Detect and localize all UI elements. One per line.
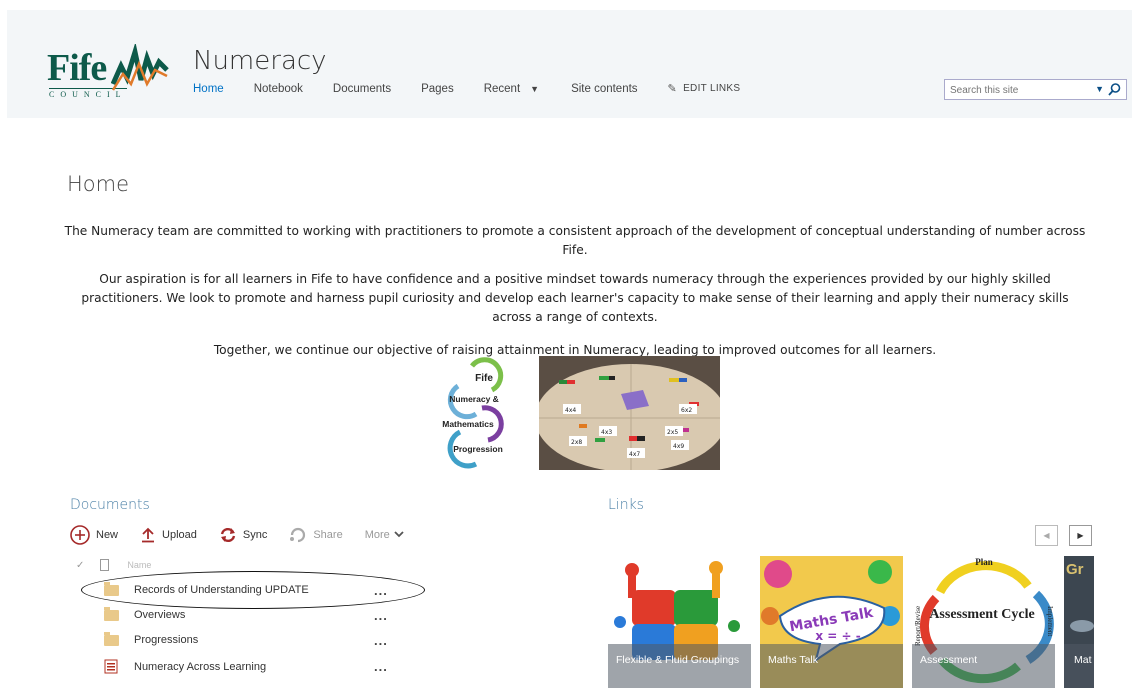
upload-label: Upload [162, 529, 197, 541]
search-icon[interactable] [1107, 82, 1122, 97]
assessment-implement-label: Implement [1046, 606, 1054, 636]
nav-pages[interactable]: Pages [421, 83, 454, 95]
nav-home[interactable]: Home [193, 83, 224, 95]
assessment-art-title: Assessment Cycle [929, 607, 1034, 622]
partial-tile-art-title: Gr [1066, 561, 1084, 578]
link-tile-assessment[interactable]: Plan Assessment Cycle Implement Report/R… [912, 556, 1055, 688]
photo-card-label: 4x4 [565, 407, 576, 414]
search-input[interactable] [945, 81, 1085, 100]
document-row[interactable]: Overviews ... [104, 606, 404, 623]
hand-drawn-annotation-circle [81, 571, 425, 609]
fife-council-logo[interactable]: Fife COUNCIL [47, 44, 171, 102]
intro-paragraph: The Numeracy team are committed to worki… [64, 224, 1086, 257]
more-options-icon[interactable]: ... [374, 608, 388, 623]
photo-card-label: 6x2 [681, 407, 692, 414]
photo-card-label: 4x7 [629, 451, 640, 458]
triangle-left-icon: ◀ [1043, 531, 1050, 540]
sync-button[interactable]: Sync [219, 527, 267, 543]
links-next-button[interactable]: ▶ [1069, 525, 1092, 546]
file-type-icon [100, 559, 110, 571]
plus-circle-icon [70, 525, 90, 545]
search-scope-dropdown-icon[interactable]: ▼ [1095, 84, 1104, 94]
select-all-checkmark-icon[interactable]: ✓ [76, 560, 84, 571]
logo-text: Fife [47, 47, 107, 89]
nav-notebook[interactable]: Notebook [254, 83, 303, 95]
page-title: Home [67, 172, 130, 196]
documents-column-header: ✓ Name [76, 559, 151, 571]
share-icon [289, 527, 307, 543]
logo-line: Progression [453, 444, 503, 454]
tile-caption: Assessment [912, 644, 1055, 688]
recent-dropdown-icon[interactable]: ▼ [530, 84, 539, 94]
search-box: ▼ [944, 79, 1127, 100]
document-name[interactable]: Progressions [134, 634, 198, 646]
share-button[interactable]: Share [289, 527, 343, 543]
maths-symbols: x = ÷ - [815, 629, 860, 643]
edit-links-label: EDIT LINKS [683, 83, 741, 94]
link-tile-flexible-groupings[interactable]: Flexible & Fluid Groupings [608, 556, 751, 688]
tile-caption: Maths Talk [760, 644, 903, 688]
tile-caption: Mat [1064, 644, 1094, 688]
tile-caption: Flexible & Fluid Groupings [608, 644, 751, 688]
document-row[interactable]: Numeracy Across Learning ... [104, 659, 404, 674]
photo-card-label: 4x9 [673, 443, 684, 450]
chevron-down-icon [394, 529, 404, 541]
logo-line: Numeracy & [449, 394, 499, 404]
document-row[interactable]: Progressions ... [104, 631, 404, 648]
link-tile-partial[interactable]: Gr Mat [1064, 556, 1094, 688]
top-navigation: Home Notebook Documents Pages Recent ▼ S… [193, 82, 741, 96]
edit-links-button[interactable]: ✎ EDIT LINKS [668, 82, 741, 95]
nav-documents[interactable]: Documents [333, 83, 391, 95]
share-label: Share [313, 529, 343, 541]
photo-card-label: 2x5 [667, 429, 678, 436]
sync-icon [219, 527, 237, 543]
more-button[interactable]: More [365, 529, 404, 541]
more-label: More [364, 529, 390, 541]
links-previous-button[interactable]: ◀ [1035, 525, 1058, 546]
column-name-header[interactable]: Name [127, 560, 151, 570]
nav-site-contents[interactable]: Site contents [571, 83, 637, 95]
intro-paragraph: Our aspiration is for all learners in Fi… [81, 271, 1069, 324]
sync-label: Sync [242, 529, 268, 541]
photo-card-label: 4x3 [601, 429, 612, 436]
new-button[interactable]: New [70, 525, 118, 545]
folder-icon [104, 631, 119, 646]
documents-toolbar: New Upload Sync Share More [70, 525, 426, 545]
assessment-plan-label: Plan [975, 557, 993, 567]
logo-line: Mathematics [442, 419, 494, 429]
documents-section-title[interactable]: Documents [70, 497, 150, 513]
document-name[interactable]: Overviews [134, 609, 185, 621]
classroom-photo: 4x4 4x3 2x8 4x7 2x5 4x9 6x2 [539, 356, 720, 470]
nav-recent[interactable]: Recent [484, 83, 520, 95]
document-name[interactable]: Numeracy Across Learning [134, 661, 266, 673]
folder-icon [104, 606, 119, 621]
upload-icon [140, 527, 156, 543]
logo-wave-icon [111, 44, 169, 91]
logo-line: Fife [475, 373, 493, 384]
photo-card-label: 2x8 [571, 439, 582, 446]
upload-button[interactable]: Upload [140, 527, 197, 543]
more-options-icon[interactable]: ... [374, 633, 388, 648]
assessment-report-label: Report/Revise [914, 606, 922, 646]
new-label: New [96, 529, 119, 541]
pencil-icon: ✎ [667, 83, 678, 95]
site-title[interactable]: Numeracy [193, 46, 327, 76]
triangle-right-icon: ▶ [1077, 531, 1084, 540]
link-tile-maths-talk[interactable]: Maths Talk x = ÷ - Maths Talk [760, 556, 903, 688]
more-options-icon[interactable]: ... [374, 659, 388, 674]
spreadsheet-icon [104, 659, 118, 674]
numeracy-progression-logo: Fife Numeracy & Mathematics Progression [442, 357, 504, 469]
site-header: Fife COUNCIL Numeracy Home Notebook Docu… [7, 10, 1132, 118]
links-section-title[interactable]: Links [608, 497, 644, 513]
intro-text: The Numeracy team are committed to worki… [60, 222, 1090, 369]
